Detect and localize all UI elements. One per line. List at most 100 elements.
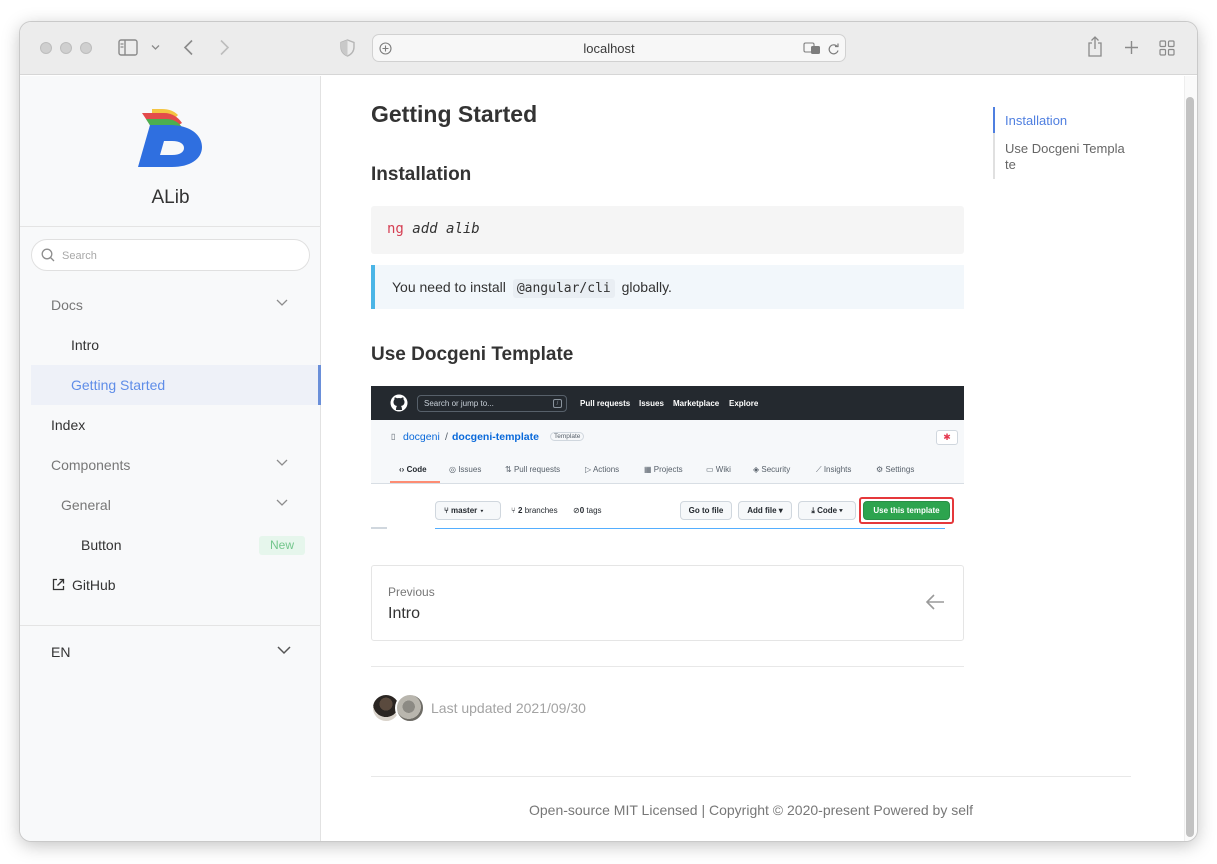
code-block: ng add alib — [371, 206, 964, 254]
branches-number: 2 — [518, 506, 523, 515]
share-icon[interactable] — [1087, 36, 1103, 57]
add-file-button: Add file ▾ — [738, 501, 792, 520]
sidebar-item-getting-started[interactable]: Getting Started — [31, 365, 321, 405]
github-tab-security: ◈ Security — [753, 465, 791, 474]
tags-count: ⊘0 tags — [573, 506, 602, 515]
forward-icon[interactable] — [219, 39, 230, 56]
note-text-before: You need to install — [392, 279, 506, 295]
privacy-shield-icon[interactable] — [340, 39, 355, 57]
content-divider — [371, 666, 964, 667]
brand-name: ALib — [151, 187, 190, 208]
github-nav-issues: Issues — [639, 399, 664, 408]
tab-label: Wiki — [715, 465, 731, 474]
branches-count: ⑂ 2 branches — [511, 506, 558, 515]
address-bar[interactable]: localhost — [372, 34, 846, 62]
tab-label: Pull requests — [513, 465, 561, 474]
use-this-template-button: Use this template — [863, 501, 950, 520]
github-tab-projects: ▦ Projects — [644, 465, 683, 474]
toc-item-label-line2: te — [1005, 157, 1016, 172]
scrollbar-thumb[interactable] — [1186, 97, 1194, 837]
code-args: add alib — [412, 221, 480, 237]
sidebar-divider — [20, 625, 321, 626]
template-screenshot: Search or jump to... / Pull requests Iss… — [371, 386, 964, 529]
address-url: localhost — [583, 41, 635, 56]
chevron-down-icon — [276, 459, 288, 466]
tab-label: Insights — [823, 465, 852, 474]
new-badge: New — [259, 536, 305, 555]
zoom-window-button[interactable] — [80, 42, 92, 54]
repo-name: docgeni-template — [452, 431, 539, 443]
tab-label: Projects — [653, 465, 683, 474]
previous-page-link[interactable]: Previous Intro — [371, 565, 964, 641]
sidebar-item-label: Docs — [51, 297, 83, 313]
translate-icon[interactable] — [803, 42, 821, 55]
tab-overview-icon[interactable] — [1159, 40, 1175, 56]
active-tab-underline — [390, 481, 440, 483]
tags-number: 0 — [579, 506, 585, 515]
sidebar-item-intro[interactable]: Intro — [20, 325, 321, 365]
back-icon[interactable] — [183, 39, 194, 56]
sidebar-item-docs[interactable]: Docs — [20, 285, 321, 325]
code-keyword: ng — [387, 221, 404, 237]
browser-toolbar: localhost — [20, 22, 1197, 75]
github-logo-icon — [390, 394, 408, 412]
branch-select: ⑂ master ▾ — [435, 501, 501, 520]
close-window-button[interactable] — [40, 42, 52, 54]
sidebar-item-label: Components — [51, 457, 131, 473]
sidebar-item-github[interactable]: GitHub — [20, 565, 321, 605]
page-title: Getting Started — [371, 101, 538, 127]
sidebar-item-button[interactable]: Button New — [20, 525, 321, 565]
chevron-down-icon[interactable] — [151, 44, 160, 51]
search-input[interactable]: Search — [31, 239, 310, 271]
tab-label: Security — [761, 465, 791, 474]
external-link-icon — [52, 578, 65, 591]
previous-label: Previous — [388, 585, 435, 599]
sidebar-item-label: Getting Started — [71, 377, 166, 393]
sidebar-divider — [20, 226, 321, 227]
github-repo-header: ▯ docgeni / docgeni-template Template ✱ … — [371, 420, 964, 484]
github-nav-pulls: Pull requests — [580, 399, 631, 408]
footer-text: Open-source MIT Licensed | Copyright © 2… — [528, 802, 974, 818]
code-text: ng add alib — [387, 221, 480, 237]
branch-name: master — [451, 506, 478, 515]
last-updated: Last updated 2021/09/30 — [431, 700, 586, 716]
tags-label: tags — [586, 506, 602, 515]
sidebar-item-label: Index — [51, 417, 86, 433]
reload-icon[interactable] — [827, 42, 840, 56]
chevron-down-icon — [276, 499, 288, 506]
sidebar-item-index[interactable]: Index — [20, 405, 321, 445]
code-dropdown-button: ⤓ Code ▾ — [798, 501, 856, 520]
sidebar-item-label: GitHub — [72, 577, 116, 593]
main-content: Getting Started Installation ng add alib… — [322, 76, 1184, 841]
search-placeholder: Search — [62, 250, 97, 262]
alib-logo[interactable] — [136, 101, 206, 171]
search-icon — [41, 248, 55, 262]
toc-active-indicator — [993, 107, 995, 133]
sidebar-item-general[interactable]: General — [20, 485, 321, 525]
screenshot-edge-line — [371, 527, 387, 529]
note-code: @angular/cli — [512, 279, 615, 298]
previous-title: Intro — [388, 605, 421, 622]
contributor-avatar[interactable] — [395, 693, 425, 723]
github-nav-explore: Explore — [729, 399, 759, 408]
language-select[interactable]: EN — [20, 632, 321, 672]
new-tab-icon[interactable] — [1124, 40, 1139, 55]
sidebar-item-components[interactable]: Components — [20, 445, 321, 485]
note-text-after: globally. — [621, 279, 672, 295]
repo-template-tag: Template — [550, 432, 585, 441]
toc-item-label-line1: Use Docgeni Templa — [1005, 141, 1125, 156]
tab-label: Actions — [592, 465, 620, 474]
screenshot-bottom-line — [435, 528, 945, 529]
toc-item-use-docgeni-template[interactable]: Use Docgeni Templa te — [1005, 141, 1125, 173]
toc-item-installation[interactable]: Installation — [1005, 113, 1067, 129]
sidebar-item-label: General — [61, 497, 111, 513]
add-file-label: Add file — [747, 506, 777, 515]
slash-key-icon: / — [553, 399, 562, 408]
sidebar-toggle-icon[interactable] — [118, 39, 138, 56]
go-to-file-button: Go to file — [680, 501, 732, 520]
chevron-down-icon — [276, 299, 288, 306]
minimize-window-button[interactable] — [60, 42, 72, 54]
github-tab-settings: ⚙ Settings — [876, 465, 915, 474]
sidebar-item-label: Intro — [71, 337, 100, 353]
repo-icon: ▯ — [391, 432, 396, 441]
